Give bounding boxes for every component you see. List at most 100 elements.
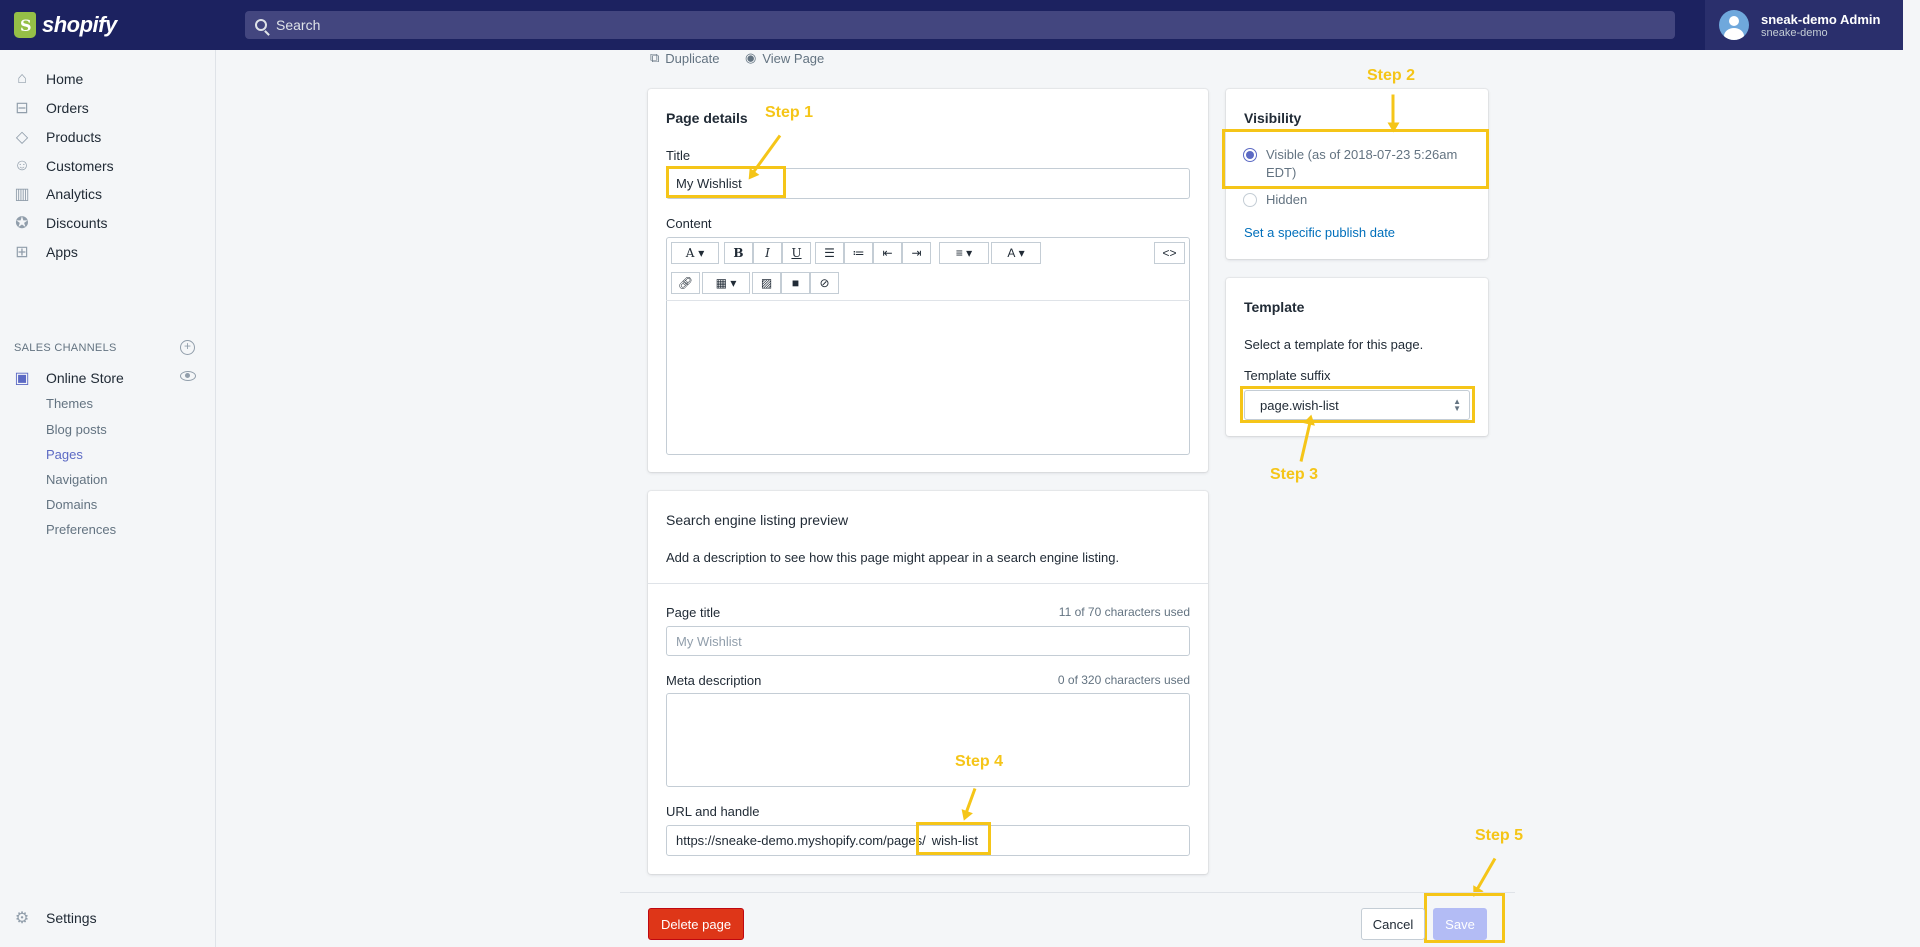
url-handle-label: URL and handle (666, 804, 760, 819)
search-icon (255, 19, 267, 31)
sidebar-item-apps[interactable]: ⊞ Apps (12, 242, 78, 262)
sidebar-item-label: Products (46, 129, 102, 145)
html-toggle-button[interactable]: <> (1154, 242, 1185, 264)
sidebar-item-online-store[interactable]: ▣ Online Store (12, 368, 124, 388)
duplicate-action[interactable]: ⧉ Duplicate (650, 50, 720, 66)
link-icon: 🔗︎ (677, 276, 694, 290)
user-name: sneak-demo Admin (1761, 11, 1881, 27)
seo-divider (648, 583, 1208, 584)
apps-icon: ⊞ (15, 244, 29, 261)
page-title-input[interactable]: My Wishlist (666, 626, 1190, 656)
step5-arrow (1473, 857, 1497, 894)
page-details-title: Page details (666, 110, 748, 126)
clear-format-button[interactable]: ⊘ (810, 272, 839, 294)
tag-icon: ◇ (15, 129, 29, 146)
sidebar-subitem-navigation[interactable]: Navigation (46, 472, 107, 487)
select-arrows-icon: ▲ ▼ (1453, 397, 1461, 413)
sidebar-subitem-preferences[interactable]: Preferences (46, 522, 116, 537)
content-text-area[interactable] (666, 300, 1190, 455)
shopify-logo[interactable]: shopify (14, 12, 117, 38)
view-store-eye-icon[interactable] (180, 371, 196, 381)
sidebar-subitem-domains[interactable]: Domains (46, 497, 97, 512)
sales-channels-title: SALES CHANNELS (14, 342, 117, 354)
font-dropdown[interactable]: A ▾ (671, 242, 719, 264)
sidebar-item-label: Analytics (46, 186, 103, 202)
url-handle-value[interactable]: wish-list (932, 833, 978, 848)
sidebar-subitem-pages[interactable]: Pages (46, 447, 83, 462)
text-color-icon: A (1007, 246, 1016, 260)
store-icon: ▣ (14, 370, 30, 387)
sidebar: ⌂ Home ⊟ Orders ◇ Products ☺ Customers ▥… (0, 50, 216, 947)
template-suffix-select[interactable]: page.wish-list ▲ ▼ (1244, 390, 1470, 420)
bullet-list-icon: ☰ (824, 246, 835, 260)
template-suffix-label: Template suffix (1244, 368, 1331, 383)
step3-label: Step 3 (1270, 466, 1319, 483)
sidebar-item-home[interactable]: ⌂ Home (12, 69, 83, 89)
visible-label-tz: EDT) (1266, 165, 1297, 180)
add-channel-icon[interactable]: + (180, 340, 195, 355)
meta-description-textarea[interactable] (666, 693, 1190, 787)
step4-label: Step 4 (955, 753, 1004, 770)
visible-radio[interactable] (1243, 148, 1257, 162)
step5-label: Step 5 (1475, 827, 1524, 844)
sidebar-item-orders[interactable]: ⊟ Orders (12, 98, 89, 118)
numbered-list-button[interactable]: ≔ (844, 242, 873, 264)
publish-date-link[interactable]: Set a specific publish date (1244, 225, 1395, 240)
sidebar-item-label: Online Store (46, 370, 124, 386)
outdent-button[interactable]: ⇤ (873, 242, 902, 264)
save-button[interactable]: Save (1433, 908, 1487, 940)
sidebar-item-products[interactable]: ◇ Products (12, 127, 101, 147)
sidebar-item-discounts[interactable]: ✪ Discounts (12, 213, 107, 233)
bar-chart-icon: ▥ (14, 186, 30, 203)
duplicate-icon: ⧉ (650, 50, 660, 65)
url-handle-field[interactable]: https://sneake-demo.myshopify.com/pages/… (666, 825, 1190, 856)
sidebar-item-label: Settings (46, 910, 97, 926)
bullet-list-button[interactable]: ☰ (815, 242, 844, 264)
italic-button[interactable]: I (753, 242, 782, 264)
seo-title: Search engine listing preview (666, 512, 849, 528)
video-button[interactable]: ■ (781, 272, 810, 294)
view-page-action[interactable]: ◉ View Page (745, 50, 824, 66)
bold-button[interactable]: B (724, 242, 753, 264)
sidebar-item-settings[interactable]: ⚙ Settings (12, 908, 97, 928)
outdent-icon: ⇤ (882, 246, 893, 260)
meta-description-count: 0 of 320 characters used (1057, 673, 1190, 687)
numbered-list-icon: ≔ (852, 246, 865, 260)
sidebar-subitem-blog-posts[interactable]: Blog posts (46, 422, 107, 437)
hidden-radio[interactable] (1243, 193, 1257, 207)
sidebar-subitem-themes[interactable]: Themes (46, 396, 93, 411)
indent-button[interactable]: ⇥ (902, 242, 931, 264)
sidebar-item-analytics[interactable]: ▥ Analytics (12, 184, 102, 204)
visible-label: Visible (as of 2018-07-23 5:26am (1266, 147, 1458, 162)
page-title-label: Page title (666, 605, 721, 620)
link-button[interactable]: 🔗︎ (671, 272, 700, 294)
sidebar-item-label: Discounts (46, 215, 108, 231)
eye-icon: ◉ (745, 50, 757, 65)
user-menu[interactable]: sneak-demo Admin sneake-demo (1705, 0, 1903, 50)
sidebar-item-label: Home (46, 71, 84, 87)
step1-label: Step 1 (765, 104, 814, 121)
table-dropdown[interactable]: ▦ ▾ (702, 272, 750, 294)
table-icon: ▦ (715, 276, 727, 290)
person-icon: ☺ (13, 157, 31, 174)
text-color-dropdown[interactable]: A ▾ (991, 242, 1041, 264)
font-icon: A (685, 246, 695, 260)
shopify-bag-icon (14, 12, 36, 38)
meta-description-label: Meta description (666, 673, 762, 688)
cancel-button[interactable]: Cancel (1361, 908, 1425, 940)
image-button[interactable]: ▨ (752, 272, 781, 294)
search-placeholder: Search (276, 17, 321, 33)
url-prefix: https://sneake-demo.myshopify.com/pages/ (676, 833, 926, 848)
search-bar[interactable]: Search (245, 11, 1675, 39)
template-suffix-value: page.wish-list (1260, 397, 1339, 413)
indent-icon: ⇥ (911, 246, 922, 260)
logo-text: shopify (42, 12, 117, 37)
step2-label: Step 2 (1367, 67, 1416, 84)
delete-page-button[interactable]: Delete page (648, 908, 744, 940)
image-icon: ▨ (760, 276, 773, 290)
sidebar-item-label: Customers (46, 158, 114, 174)
align-dropdown[interactable]: ≡ ▾ (939, 242, 989, 264)
underline-button[interactable]: U (782, 242, 811, 264)
seo-description: Add a description to see how this page m… (666, 550, 1120, 565)
sidebar-item-customers[interactable]: ☺ Customers (12, 156, 114, 176)
